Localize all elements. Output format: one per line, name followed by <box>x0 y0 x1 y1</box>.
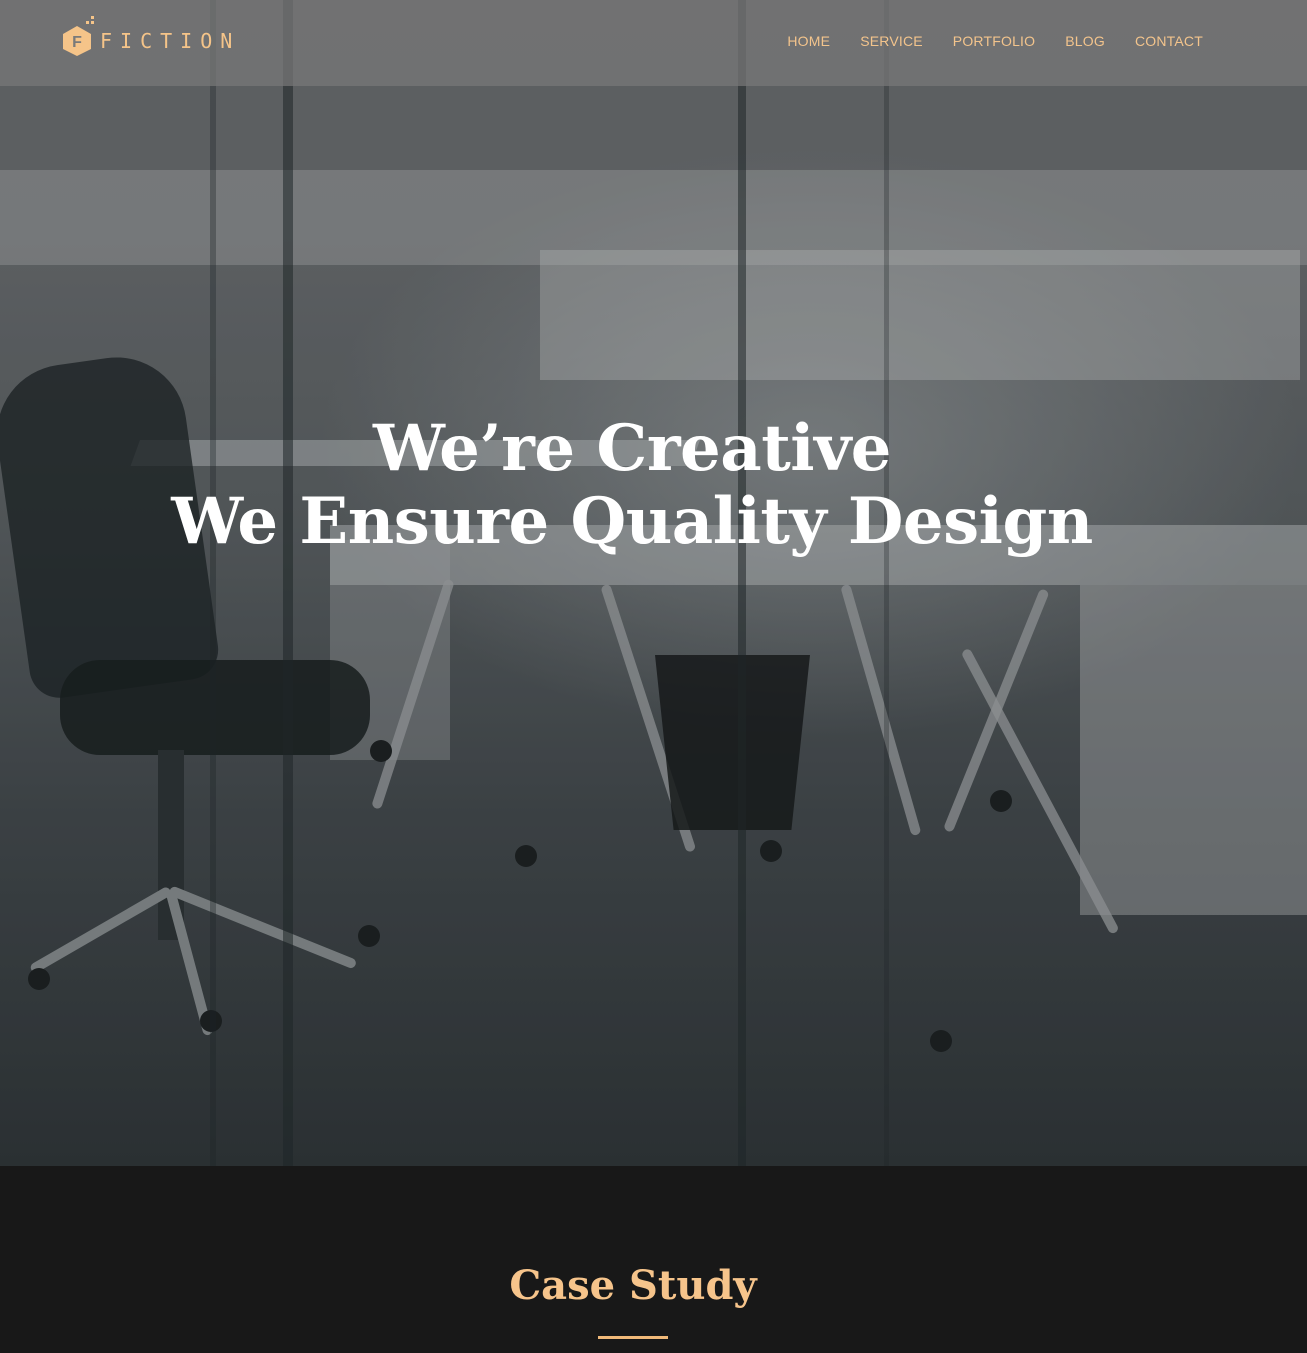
brand-logo[interactable]: F FICTION <box>62 14 240 60</box>
hero-banner: We’re Creative We Ensure Quality Design <box>0 0 1307 1166</box>
logo-letter: F <box>72 34 82 51</box>
brand-name: FICTION <box>100 29 241 53</box>
nav-contact[interactable]: CONTACT <box>1135 33 1203 49</box>
nav-portfolio[interactable]: PORTFOLIO <box>953 33 1035 49</box>
hero-headline: We’re Creative We Ensure Quality Design <box>0 412 1264 558</box>
top-navbar: F FICTION HOME SERVICE PORTFOLIO BLOG CO… <box>0 0 1307 86</box>
title-underline <box>598 1336 668 1339</box>
nav-service[interactable]: SERVICE <box>860 33 923 49</box>
case-study-section: Case Study <box>0 1166 1307 1353</box>
hero-headline-line1: We’re Creative <box>373 411 892 486</box>
logo-dots-icon <box>86 16 94 24</box>
hero-overlay <box>0 0 1307 1166</box>
case-study-title: Case Study <box>509 1262 757 1309</box>
hero-headline-line2: We Ensure Quality Design <box>171 484 1093 559</box>
nav-home[interactable]: HOME <box>787 33 830 49</box>
nav-blog[interactable]: BLOG <box>1065 33 1105 49</box>
main-nav: HOME SERVICE PORTFOLIO BLOG CONTACT <box>787 33 1203 49</box>
